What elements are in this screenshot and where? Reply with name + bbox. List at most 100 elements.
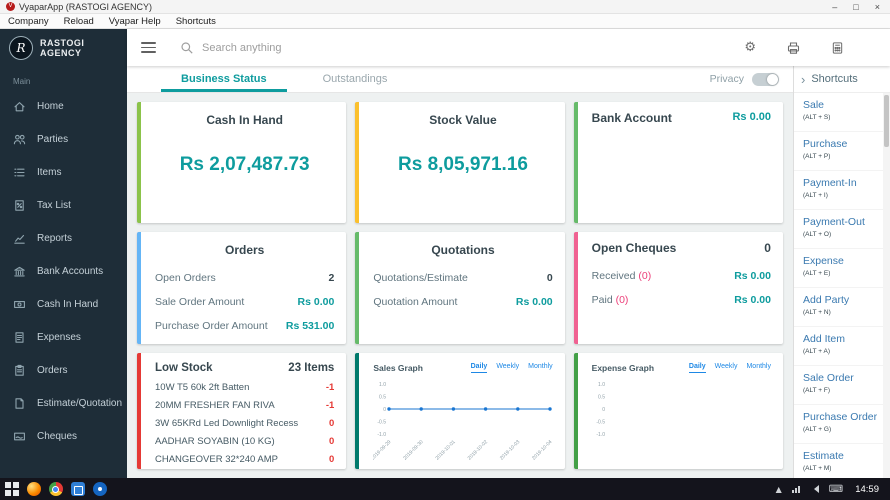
shortcut-purchase-order[interactable]: Purchase Order (ALT + G) (794, 405, 883, 444)
tab-bar: Business Status Outstandings Privacy (127, 66, 793, 93)
stat-value: Rs 0.00 (297, 296, 335, 308)
sidebar-item-label: Tax List (37, 200, 71, 211)
list-item: CHANGEOVER 32*240 AMP 0 (155, 453, 335, 465)
stat-label: Paid (0) (591, 294, 629, 306)
shortcut-add-party[interactable]: Add Party (ALT + N) (794, 288, 883, 327)
scrollbar-track[interactable] (883, 93, 890, 478)
tab-monthly[interactable]: Monthly (528, 363, 553, 373)
shortcut-sale[interactable]: Sale (ALT + S) (794, 93, 883, 132)
sidebar-item-home[interactable]: Home (0, 90, 127, 123)
shortcut-payment-out[interactable]: Payment-Out (ALT + O) (794, 210, 883, 249)
sidebar-item-label: Items (37, 167, 62, 178)
stat-value: Rs 0.00 (734, 270, 771, 282)
stock-value-card: Stock Value Rs 8,05,971.16 (355, 102, 565, 223)
card-title: Cash In Hand (206, 113, 283, 127)
printer-icon[interactable] (786, 41, 801, 55)
stock-value-amount: Rs 8,05,971.16 (398, 154, 528, 175)
network-icon[interactable] (791, 485, 800, 493)
sidebar-item-label: Orders (37, 365, 68, 376)
orders-icon (15, 364, 24, 376)
search-icon (181, 41, 193, 54)
shortcuts-list: Sale (ALT + S) Purchase (ALT + P) Payment-… (794, 93, 883, 478)
sidebar-item-cheques[interactable]: Cheques (0, 420, 127, 453)
company-header[interactable]: R RASTOGI AGENCY (0, 29, 127, 67)
window-title: VyaparApp (RASTOGI AGENCY) (19, 1, 153, 12)
menu-reload[interactable]: Reload (64, 16, 94, 27)
app-window: V VyaparApp (RASTOGI AGENCY) – □ × Compa… (0, 0, 890, 500)
tray-expand-icon[interactable]: ▲ (776, 485, 782, 494)
sidebar-item-orders[interactable]: Orders (0, 354, 127, 387)
shortcut-purchase[interactable]: Purchase (ALT + P) (794, 132, 883, 171)
sidebar-item-label: Reports (37, 233, 73, 244)
close-button[interactable]: × (875, 2, 880, 12)
system-tray: ▲ ⌨ 14:59 (776, 484, 885, 495)
tab-weekly[interactable]: Weekly (715, 363, 738, 373)
keyboard-icon[interactable]: ⌨ (829, 484, 843, 495)
sidebar-item-label: Home (37, 101, 64, 112)
sidebar-item-tax-list[interactable]: Tax List (0, 189, 127, 222)
sidebar-section-label: Main (13, 77, 31, 86)
menu-vyapar-help[interactable]: Vyapar Help (109, 16, 161, 27)
firefox-icon[interactable] (26, 482, 41, 496)
card-title: Stock Value (429, 113, 497, 127)
sidebar-item-parties[interactable]: Parties (0, 123, 127, 156)
app-logo-icon: V (6, 2, 15, 11)
estimate-quotation-icon (15, 398, 24, 409)
menu-shortcuts[interactable]: Shortcuts (176, 16, 216, 27)
sidebar-item-bank-accounts[interactable]: Bank Accounts (0, 255, 127, 288)
stat-label: Purchase Order Amount (155, 320, 268, 332)
sales-graph-card: Sales Graph Daily Weekly Monthly 1.0 0.5 0… (355, 353, 565, 469)
svg-text:0.5: 0.5 (598, 394, 605, 400)
sidebar-item-expenses[interactable]: Expenses (0, 321, 127, 354)
sidebar-item-items[interactable]: Items (0, 156, 127, 189)
tab-daily[interactable]: Daily (688, 363, 706, 373)
sidebar: R RASTOGI AGENCY Main Home Parties Items (0, 29, 127, 478)
hamburger-menu-icon[interactable] (141, 42, 156, 53)
tab-outstandings[interactable]: Outstandings (295, 66, 416, 92)
dashboard: Business Status Outstandings Privacy Cas… (127, 66, 793, 478)
minimize-button[interactable]: – (832, 2, 837, 12)
low-stock-count: 23 Items (288, 362, 335, 374)
shortcut-payment-in[interactable]: Payment-In (ALT + I) (794, 171, 883, 210)
search-input[interactable] (202, 41, 745, 54)
stat-value: Rs 531.00 (285, 320, 335, 332)
chrome-icon[interactable] (48, 482, 63, 496)
tab-daily[interactable]: Daily (470, 363, 488, 373)
window-controls: – □ × (832, 2, 884, 12)
calculator-icon[interactable] (831, 41, 844, 55)
svg-text:-1.0: -1.0 (378, 432, 387, 438)
volume-icon[interactable] (810, 485, 819, 493)
chart-title: Expense Graph (591, 363, 655, 373)
search-bar (180, 41, 745, 55)
sidebar-item-estimate-quotation[interactable]: Estimate/Quotation (0, 387, 127, 420)
collapse-chevron-icon[interactable]: › (801, 72, 805, 87)
store-app-icon[interactable] (92, 482, 107, 496)
stat-row: Open Orders 2 (155, 272, 334, 284)
list-item: 10W T5 60k 2ft Batten -1 (155, 382, 335, 393)
quotations-card: Quotations Quotations/Estimate 0 Quotati… (355, 232, 565, 344)
tab-weekly[interactable]: Weekly (496, 363, 519, 373)
sidebar-item-cash-in-hand[interactable]: Cash In Hand (0, 288, 127, 321)
shortcut-add-item[interactable]: Add Item (ALT + A) (794, 327, 883, 366)
privacy-toggle[interactable] (752, 72, 779, 86)
maximize-button[interactable]: □ (853, 2, 858, 12)
sidebar-item-reports[interactable]: Reports (0, 222, 127, 255)
files-app-icon[interactable] (70, 482, 85, 496)
shortcut-estimate[interactable]: Estimate (ALT + M) (794, 444, 883, 478)
home-icon (14, 102, 25, 112)
bank-accounts-icon (14, 266, 25, 277)
tab-business-status[interactable]: Business Status (153, 66, 295, 92)
shortcut-sale-order[interactable]: Sale Order (ALT + F) (794, 366, 883, 405)
svg-text:-1.0: -1.0 (596, 432, 605, 438)
menu-company[interactable]: Company (8, 16, 49, 27)
stat-row: Sale Order Amount Rs 0.00 (155, 296, 334, 308)
settings-gear-icon[interactable]: ⚙ (744, 40, 756, 55)
svg-text:2019-09-29: 2019-09-29 (373, 439, 393, 460)
svg-text:2019-10-04: 2019-10-04 (531, 439, 553, 460)
bank-account-card: Bank Account Rs 0.00 (573, 102, 783, 223)
svg-text:1.0: 1.0 (598, 382, 605, 388)
tab-monthly[interactable]: Monthly (746, 363, 771, 373)
start-button[interactable] (5, 482, 19, 496)
shortcut-expense[interactable]: Expense (ALT + E) (794, 249, 883, 288)
scrollbar-thumb[interactable] (884, 95, 889, 147)
